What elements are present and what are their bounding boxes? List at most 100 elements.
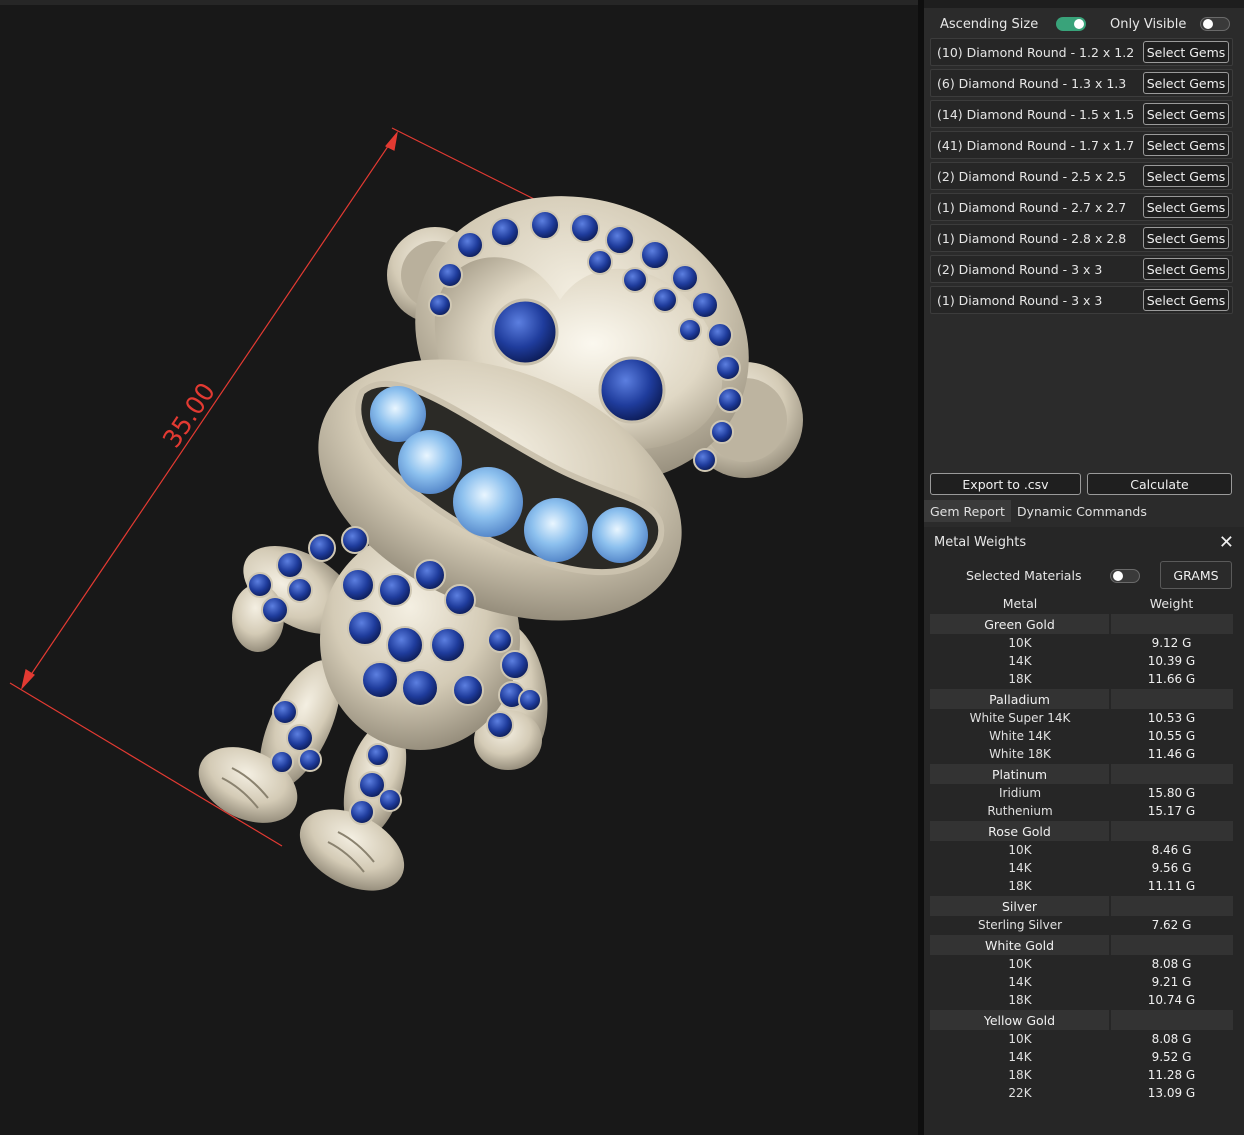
table-row: 22K 13.09 G (930, 1084, 1233, 1102)
select-gems-button[interactable]: Select Gems (1143, 258, 1229, 280)
metal-cell: Ruthenium (987, 804, 1053, 818)
gem-report-panel: Ascending Size Only Visible (10) Diamond… (924, 0, 1244, 1135)
weight-cell: 8.08 G (1151, 957, 1192, 971)
gem-row: (1) Diamond Round - 3 x 3 Select Gems (930, 286, 1233, 314)
pave-gem (437, 262, 463, 288)
pave-gem (261, 596, 289, 624)
only-visible-toggle[interactable] (1200, 17, 1231, 31)
select-gems-button[interactable]: Select Gems (1143, 134, 1229, 156)
close-icon[interactable]: ✕ (1219, 532, 1234, 553)
calculate-button[interactable]: Calculate (1087, 473, 1232, 495)
metal-cell: 18K (1008, 993, 1032, 1007)
gem-row: (14) Diamond Round - 1.5 x 1.5 Select Gem… (930, 100, 1233, 128)
metal-cell: 14K (1008, 975, 1032, 989)
pave-gem (691, 291, 719, 319)
tab-dynamic-commands[interactable]: Dynamic Commands (1011, 500, 1153, 522)
metal-group-spacer (1111, 821, 1233, 841)
pave-gem (707, 322, 733, 348)
select-gems-button[interactable]: Select Gems (1143, 289, 1229, 311)
3d-viewport[interactable]: 35.00 (0, 0, 918, 1135)
metal-weights-header: Metal Weights ✕ (924, 527, 1244, 557)
table-row: 18K 10.74 G (930, 991, 1233, 1009)
metal-group-name: Palladium (930, 689, 1109, 709)
weight-cell: 15.17 G (1147, 804, 1196, 818)
pave-gem (286, 724, 314, 752)
gem-label: (41) Diamond Round - 1.7 x 1.7 (937, 137, 1135, 153)
metal-group-spacer (1111, 614, 1233, 634)
select-gems-button[interactable]: Select Gems (1143, 227, 1229, 249)
pave-gem (444, 584, 476, 616)
panel-tabs: Gem Report Dynamic Commands (924, 500, 1244, 522)
metal-group-spacer (1111, 896, 1233, 916)
table-row: 14K 9.21 G (930, 973, 1233, 991)
pave-gem (298, 748, 322, 772)
pave-gem (414, 559, 446, 591)
table-row: 18K 11.28 G (930, 1066, 1233, 1084)
gem-label: (6) Diamond Round - 1.3 x 1.3 (937, 75, 1127, 91)
metal-group-name: Rose Gold (930, 821, 1109, 841)
weight-cell: 11.46 G (1147, 747, 1196, 761)
metal-cell: White 14K (989, 729, 1051, 743)
gem-row: (2) Diamond Round - 3 x 3 Select Gems (930, 255, 1233, 283)
metal-group-spacer (1111, 689, 1233, 709)
pave-gem (341, 568, 375, 602)
table-header: Metal Weight (930, 593, 1233, 613)
metal-group-header: Platinum (930, 764, 1233, 784)
left-eye-gem (491, 298, 559, 366)
pave-gem (486, 711, 514, 739)
selected-materials-toggle[interactable] (1110, 569, 1140, 583)
unit-button[interactable]: GRAMS (1160, 561, 1232, 589)
pave-gem (652, 287, 678, 313)
table-row: 18K 11.66 G (930, 670, 1233, 688)
metal-weights-title: Metal Weights (934, 534, 1027, 550)
metal-group-header: White Gold (930, 935, 1233, 955)
gem-label: (10) Diamond Round - 1.2 x 1.2 (937, 44, 1135, 60)
pave-gem (693, 448, 717, 472)
pave-gem (452, 674, 484, 706)
gem-row: (1) Diamond Round - 2.8 x 2.8 Select Gems (930, 224, 1233, 252)
weight-cell: 10.74 G (1147, 993, 1196, 1007)
weight-cell: 11.28 G (1147, 1068, 1196, 1082)
select-gems-button[interactable]: Select Gems (1143, 103, 1229, 125)
pave-gem (678, 318, 702, 342)
metal-group-name: White Gold (930, 935, 1109, 955)
metal-group-name: Silver (930, 896, 1109, 916)
export-csv-button[interactable]: Export to .csv (930, 473, 1081, 495)
metal-group-name: Platinum (930, 764, 1109, 784)
tab-gem-report[interactable]: Gem Report (924, 500, 1011, 522)
pave-gem (570, 213, 600, 243)
model-render: 35.00 (9, 127, 803, 891)
pave-gem (361, 661, 399, 699)
pave-gem (671, 264, 699, 292)
pave-gem (401, 669, 439, 707)
metal-group-spacer (1111, 935, 1233, 955)
selected-materials-row: Selected Materials GRAMS (924, 561, 1244, 589)
gem-label: (1) Diamond Round - 3 x 3 (937, 292, 1103, 308)
gem-row: (2) Diamond Round - 2.5 x 2.5 Select Gems (930, 162, 1233, 190)
column-header-metal: Metal (1002, 595, 1038, 611)
weight-cell: 10.55 G (1147, 729, 1196, 743)
pave-gem (530, 210, 560, 240)
gem-row: (1) Diamond Round - 2.7 x 2.7 Select Gems (930, 193, 1233, 221)
select-gems-button[interactable]: Select Gems (1143, 165, 1229, 187)
pave-gem (487, 627, 513, 653)
selected-materials-label: Selected Materials (966, 568, 1082, 583)
table-row: White 14K 10.55 G (930, 727, 1233, 745)
pave-gem (500, 650, 530, 680)
metal-cell: 10K (1008, 636, 1032, 650)
select-gems-button[interactable]: Select Gems (1143, 41, 1229, 63)
pave-gem (386, 626, 424, 664)
weight-cell: 15.80 G (1147, 786, 1196, 800)
pave-gem (287, 577, 313, 603)
select-gems-button[interactable]: Select Gems (1143, 72, 1229, 94)
metal-group-name: Green Gold (930, 614, 1109, 634)
metal-group-header: Rose Gold (930, 821, 1233, 841)
only-visible-toggle-row: Only Visible (1110, 14, 1231, 34)
ascending-size-toggle[interactable] (1056, 17, 1087, 31)
table-row: Ruthenium 15.17 G (930, 802, 1233, 820)
select-gems-button[interactable]: Select Gems (1143, 196, 1229, 218)
metal-cell: 10K (1008, 957, 1032, 971)
weight-cell: 9.56 G (1151, 861, 1192, 875)
weight-cell: 13.09 G (1147, 1086, 1196, 1100)
metal-cell: 14K (1008, 861, 1032, 875)
